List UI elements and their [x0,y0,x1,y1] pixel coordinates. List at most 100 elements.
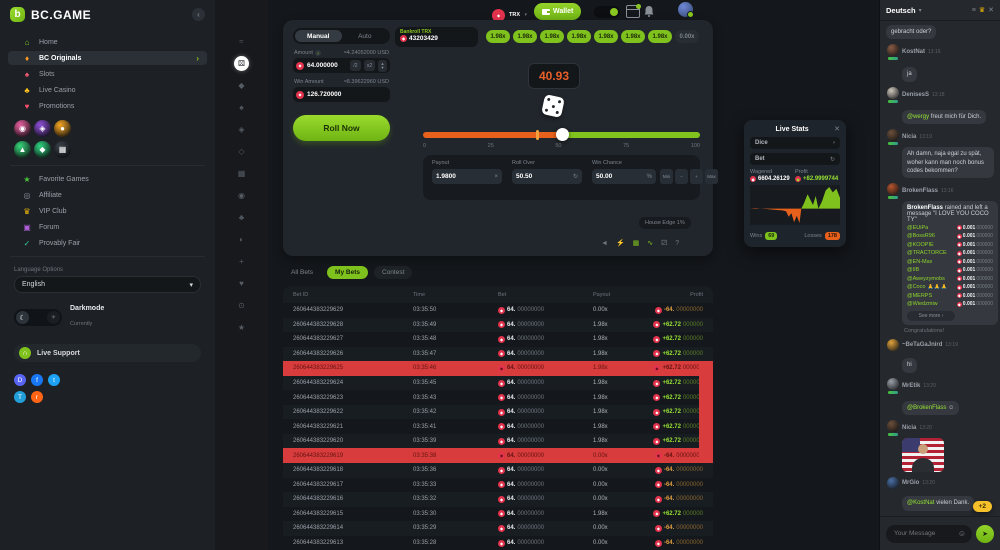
twitter-icon[interactable]: t [48,374,60,386]
mention-link[interactable]: @Aweyzymobs [907,276,945,282]
chat-message-input[interactable] [892,529,955,538]
rail-game-icon-1[interactable]: ⚄ [234,56,249,71]
live-support-button[interactable]: ∩ Live Support [14,344,201,362]
trophy-icon[interactable]: ♛ [979,6,985,14]
chat-username[interactable]: KostNat [902,49,925,55]
sidebar-item-forum[interactable]: ▣Forum [8,220,207,234]
reddit-icon[interactable]: r [31,391,43,403]
mention-link[interactable]: @IIB [907,267,919,273]
win-amount-input[interactable] [307,91,387,98]
chat-room-selector[interactable]: Deutsch [886,6,916,15]
wallet-button[interactable]: Wallet [534,3,581,20]
slider-handle[interactable] [556,128,569,141]
rollover-input[interactable] [516,173,546,180]
sidebar-item-home[interactable]: ⌂Home [8,35,207,49]
language-select[interactable]: English ▾ [14,276,201,293]
winchance-input[interactable] [596,173,626,180]
amount-stepper[interactable]: ▲▼ [378,60,387,72]
sidebar-item-affiliate[interactable]: ◎Affiliate [8,188,207,202]
darkmode-toggle[interactable]: ☾ ☀ [14,309,62,326]
chat-username[interactable]: MrGio [902,480,919,486]
chat-image-us-flag[interactable] [902,438,944,472]
table-row[interactable]: 26064438322962803:35:4964.000000001.98x+… [283,318,713,333]
chat-username[interactable]: MrEtik [902,383,920,389]
rail-game-icon-13[interactable]: ★ [234,320,249,335]
game-crash[interactable]: ▲ [14,141,31,158]
table-row[interactable]: 26064438322961903:35:3864.000000000.00x-… [283,448,713,463]
sidebar-item-provably-fair[interactable]: ✓Provably Fair [8,236,207,250]
avatar[interactable] [887,420,899,432]
mention-link[interactable]: @MERPS [907,293,932,299]
mention-link[interactable]: @BrokenFlass [907,405,946,411]
rail-game-icon-8[interactable]: ♣ [234,210,249,225]
chat-username[interactable]: Nicia [902,425,916,431]
mention-link[interactable]: @KOOPIE [907,242,934,248]
sound-icon[interactable]: ◄ [601,240,608,247]
tab-my-bets[interactable]: My Bets [327,266,368,279]
live-stats-game-select[interactable]: Dice› [750,137,840,149]
table-row[interactable]: 26064438322962903:35:5064.000000000.00x-… [283,303,713,318]
close-icon[interactable]: ✕ [834,125,840,133]
amount-input[interactable] [307,62,347,69]
table-row[interactable]: 26064438322962103:35:4164.000000001.98x+… [283,419,713,434]
seeds-icon[interactable]: ⚂ [661,239,667,247]
tab-contest[interactable]: Contest [374,266,412,279]
table-row[interactable]: 26064438322962703:35:4864.000000001.98x+… [283,332,713,347]
rail-game-icon-2[interactable]: ◆ [234,78,249,93]
trends-icon[interactable]: ∿ [647,239,653,247]
rail-game-icon-10[interactable]: + [234,254,249,269]
avatar[interactable] [887,378,899,390]
close-icon[interactable]: ✕ [988,6,994,14]
new-messages-badge[interactable]: +2 [973,501,992,512]
table-row[interactable]: 26064438322962603:35:4764.000000001.98x+… [283,347,713,362]
winchance-max-button[interactable]: Max [705,169,718,184]
avatar[interactable] [887,87,899,99]
table-row[interactable]: 26064438322962203:35:4264.000000001.98x+… [283,405,713,420]
mention-link[interactable]: @TRACTORCE [907,250,947,256]
gift-icon[interactable] [626,5,640,18]
game-cards[interactable]: ▦ [54,141,71,158]
table-row[interactable]: 26064438322961403:35:2964.000000000.00x-… [283,521,713,536]
game-twist[interactable]: ◈ [34,120,51,137]
facebook-icon[interactable]: f [31,374,43,386]
roll-now-button[interactable]: Roll Now [293,115,390,141]
rail-game-icon-3[interactable]: ♠ [234,100,249,115]
mention-link[interactable]: @Wiedzmiw [907,301,938,307]
winchance--button[interactable]: − [675,169,688,184]
sidebar-item-favorite-games[interactable]: ★Favorite Games [8,172,207,186]
rail-game-icon-12[interactable]: ⊙ [234,298,249,313]
half-bet-button[interactable]: /2 [350,60,361,71]
table-row[interactable]: 26064438322961303:35:2864.000000000.00x-… [283,536,713,550]
sidebar-item-vip-club[interactable]: ♛VIP Club [8,204,207,218]
table-row[interactable]: 26064438322962503:35:4664.000000001.98x+… [283,361,713,376]
tab-manual[interactable]: Manual [295,30,342,42]
roll-slider-track[interactable] [423,132,700,138]
bankroll-chip[interactable]: Bankroll TRX 43203429 [395,27,478,47]
turbo-icon[interactable]: ⚡ [616,239,625,247]
table-row[interactable]: 26064438322962303:35:4364.000000001.98x+… [283,390,713,405]
game-limbo[interactable]: ◆ [34,141,51,158]
chat-username[interactable]: DenisesS [902,92,929,98]
send-button[interactable]: ➤ [976,525,994,543]
mention-link[interactable]: @EN-Max [907,259,932,265]
chat-username[interactable]: Nicia [902,134,916,140]
display-currency-toggle[interactable] [594,6,620,18]
discord-icon[interactable]: D [14,374,26,386]
emoji-icon[interactable]: ☺ [958,529,966,538]
chat-username[interactable]: ~BeTaGaJnird [902,342,942,348]
logo-text[interactable]: BC.GAME [31,8,186,22]
sidebar-item-slots[interactable]: ♠Slots [8,67,207,81]
rail-game-icon-0[interactable]: ≈ [234,34,249,49]
rail-game-icon-11[interactable]: ♥ [234,276,249,291]
rail-game-icon-6[interactable]: ▦ [234,166,249,181]
payout-input[interactable] [436,173,466,180]
bcgame-logo-icon[interactable]: b [10,7,25,22]
avatar[interactable] [678,2,693,17]
mention-link[interactable]: @EUiPa [907,225,928,231]
avatar[interactable] [887,183,899,195]
table-row[interactable]: 26064438322961603:35:3264.000000000.00x-… [283,492,713,507]
rail-game-icon-9[interactable]: ◐ [234,232,249,247]
mention-link[interactable]: @KostNat [907,500,934,506]
sidebar-item-bc-originals[interactable]: ♦BC Originals› [8,51,207,65]
table-row[interactable]: 26064438322961803:35:3664.000000000.00x-… [283,463,713,478]
